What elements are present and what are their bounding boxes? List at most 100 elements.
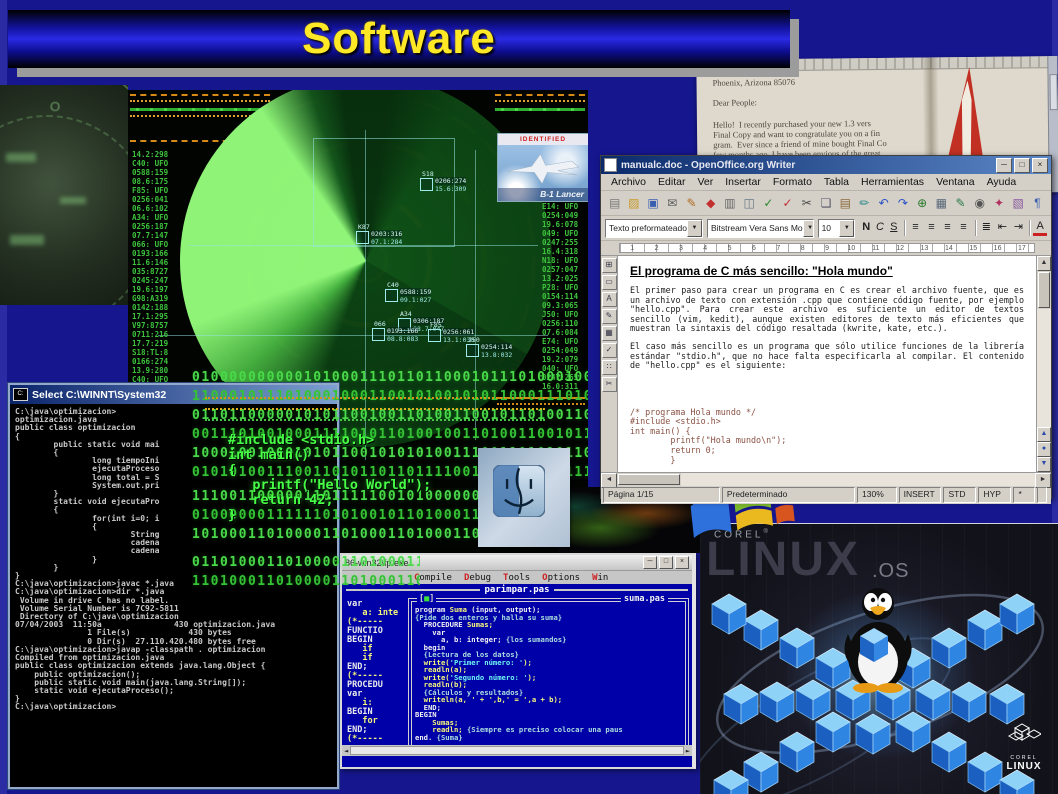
main-toolbar-icon[interactable]: ✂ bbox=[602, 377, 617, 392]
menu-item[interactable]: Win bbox=[592, 573, 608, 583]
title-banner: Software bbox=[8, 10, 790, 68]
list-indent-button[interactable]: ⇤ bbox=[994, 220, 1010, 236]
hyperlink-icon[interactable]: ⊕ bbox=[913, 194, 932, 213]
main-toolbar-icon[interactable]: ✎ bbox=[602, 309, 617, 324]
show-draw-functions-icon[interactable]: ✎ bbox=[951, 194, 970, 213]
page-preview-icon[interactable]: ◫ bbox=[740, 194, 759, 213]
font-name-combo[interactable]: Bitstream Vera Sans Mo ▼ bbox=[707, 219, 814, 238]
ruler-number: 16 bbox=[985, 245, 1009, 252]
export-pdf-icon[interactable]: ◆ bbox=[701, 194, 720, 213]
scroll-right-icon[interactable]: ► bbox=[1035, 473, 1051, 488]
status-zoom[interactable]: 130% bbox=[857, 487, 897, 503]
main-toolbar-icon[interactable]: ✓ bbox=[602, 343, 617, 358]
maximize-button[interactable]: □ bbox=[1014, 158, 1030, 173]
spellcheck-icon[interactable]: ✓ bbox=[759, 194, 778, 213]
writer-ruler[interactable]: 1234567891011121314151617 bbox=[601, 241, 1051, 256]
code-line: END; bbox=[415, 704, 685, 712]
main-toolbar-icon[interactable]: ▦ bbox=[602, 326, 617, 341]
minimize-button[interactable]: ─ bbox=[996, 158, 1012, 173]
pascal-horizontal-scrollbar[interactable]: ◄ ► bbox=[342, 745, 692, 756]
menu-item[interactable]: Debug bbox=[464, 573, 491, 583]
navigator-icon[interactable]: ✦ bbox=[989, 194, 1008, 213]
nonprinting-characters-icon[interactable]: ¶ bbox=[1028, 194, 1047, 213]
align-button[interactable]: ≡ bbox=[940, 220, 956, 236]
undo-icon[interactable]: ↶ bbox=[874, 194, 893, 213]
list-indent-button[interactable]: ⇥ bbox=[1010, 220, 1026, 236]
list-indent-button[interactable]: ≣ bbox=[978, 220, 994, 236]
menu-item[interactable]: Tools bbox=[503, 573, 530, 583]
status-insert-mode[interactable]: INSERT bbox=[899, 487, 942, 503]
align-button[interactable]: ≡ bbox=[908, 220, 924, 236]
vertical-scrollbar[interactable]: ▲ ▲ ● ▼ bbox=[1036, 256, 1051, 472]
paste-icon[interactable]: ▤ bbox=[836, 194, 855, 213]
open-icon[interactable]: ▨ bbox=[624, 194, 643, 213]
scroll-left-icon[interactable]: ◄ bbox=[601, 473, 617, 488]
next-page-button[interactable]: ▼ bbox=[1037, 457, 1051, 472]
code-line: } bbox=[630, 456, 1024, 466]
italic-button[interactable]: C bbox=[873, 220, 887, 236]
cut-icon[interactable]: ✂ bbox=[797, 194, 816, 213]
status-selection-mode[interactable]: STD bbox=[943, 487, 976, 503]
minimize-button[interactable]: ─ bbox=[643, 556, 657, 569]
chevron-down-icon[interactable]: ▼ bbox=[839, 220, 854, 237]
insert-table-icon[interactable]: ▦ bbox=[932, 194, 951, 213]
scroll-up-icon[interactable]: ▲ bbox=[1037, 256, 1051, 271]
bold-button[interactable]: N bbox=[859, 220, 873, 236]
chevron-down-icon[interactable]: ▼ bbox=[687, 220, 702, 237]
paragraph-style-combo[interactable]: Texto preformateado ▼ bbox=[605, 219, 703, 238]
scrollbar-thumb[interactable] bbox=[618, 474, 680, 485]
copy-icon[interactable]: ❏ bbox=[816, 194, 835, 213]
horizontal-scrollbar[interactable]: ◄ ► bbox=[601, 472, 1051, 486]
find-replace-icon[interactable]: ◉ bbox=[970, 194, 989, 213]
menu-item[interactable]: Ver bbox=[691, 176, 719, 188]
email-icon[interactable]: ✉ bbox=[663, 194, 682, 213]
font-color-button[interactable]: A bbox=[1033, 220, 1047, 236]
main-toolbar-icon[interactable]: A bbox=[602, 292, 617, 307]
menu-item[interactable]: Ayuda bbox=[981, 176, 1023, 188]
document-page[interactable]: El programa de C más sencillo: "Hola mun… bbox=[618, 256, 1036, 472]
auto-spellcheck-icon[interactable]: ✓ bbox=[778, 194, 797, 213]
mac-finder-logo bbox=[493, 465, 545, 517]
menu-item[interactable]: Tabla bbox=[818, 176, 855, 188]
gallery-icon[interactable]: ▧ bbox=[1009, 194, 1028, 213]
chevron-down-icon[interactable]: ▼ bbox=[803, 220, 814, 237]
binary-code-block: 0110100011010000110100011110100011010000… bbox=[192, 553, 420, 592]
close-button[interactable]: × bbox=[1032, 158, 1048, 173]
scrollbar-thumb[interactable] bbox=[1038, 272, 1050, 308]
format-paintbrush-icon[interactable]: ✏ bbox=[855, 194, 874, 213]
save-icon[interactable]: ▣ bbox=[643, 194, 662, 213]
pascal-inner-window: [■] suma.pas program Suma (input, output… bbox=[408, 598, 689, 752]
redo-icon[interactable]: ↷ bbox=[893, 194, 912, 213]
print-icon[interactable]: ▥ bbox=[720, 194, 739, 213]
align-button[interactable]: ≡ bbox=[924, 220, 940, 236]
main-toolbar-icon[interactable]: ▭ bbox=[602, 275, 617, 290]
writer-title-bar[interactable]: manualc.doc - OpenOffice.org Writer ─ □ … bbox=[601, 156, 1051, 174]
font-size-combo[interactable]: 10 ▼ bbox=[818, 219, 856, 238]
ruler-number: 13 bbox=[912, 245, 936, 252]
nav-dot-button[interactable]: ● bbox=[1037, 442, 1051, 457]
new-document-icon[interactable]: ▤ bbox=[605, 194, 624, 213]
menu-item[interactable]: Archivo bbox=[605, 176, 652, 188]
scroll-left-icon[interactable]: ◄ bbox=[344, 747, 348, 755]
align-button[interactable]: ≡ bbox=[956, 220, 972, 236]
window-close-box[interactable]: [■] bbox=[417, 594, 436, 604]
main-toolbar-icon[interactable]: ∷ bbox=[602, 360, 617, 375]
underline-button[interactable]: S bbox=[887, 220, 901, 236]
menu-item[interactable]: Insertar bbox=[719, 176, 767, 188]
menu-item[interactable]: Options bbox=[542, 573, 580, 583]
menu-item[interactable]: Editar bbox=[652, 176, 691, 188]
binary-row: 0100000000001010001110110110001011101000… bbox=[192, 368, 588, 387]
code-line: PROCEDURE Sumas; bbox=[415, 621, 685, 629]
previous-page-button[interactable]: ▲ bbox=[1037, 427, 1051, 442]
status-page-style[interactable]: Predeterminado bbox=[722, 487, 855, 503]
menu-item[interactable]: Ventana bbox=[930, 176, 981, 188]
maximize-button[interactable]: □ bbox=[659, 556, 673, 569]
close-button[interactable]: × bbox=[675, 556, 689, 569]
edit-file-icon[interactable]: ✎ bbox=[682, 194, 701, 213]
main-toolbar-icon[interactable]: ⊞ bbox=[602, 258, 617, 273]
menu-item[interactable]: Formato bbox=[767, 176, 818, 188]
ruler-number: 7 bbox=[766, 245, 790, 252]
scroll-right-icon[interactable]: ► bbox=[686, 747, 690, 755]
menu-item[interactable]: Herramientas bbox=[855, 176, 930, 188]
status-hyperlink-mode[interactable]: HYP bbox=[978, 487, 1011, 503]
